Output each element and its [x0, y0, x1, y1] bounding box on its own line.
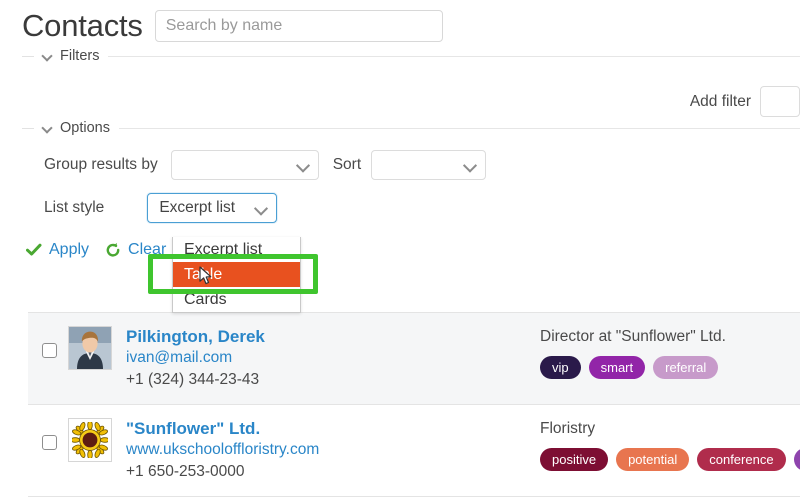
clear-label: Clear	[128, 241, 166, 259]
chevron-down-icon	[296, 159, 310, 173]
legend-lead-rule	[22, 56, 34, 57]
contact-side: Floristry positive potential conference	[540, 418, 800, 471]
options-legend-row[interactable]: Options	[0, 118, 800, 138]
row-checkbox[interactable]	[42, 435, 57, 450]
list-style-row: List style Excerpt list	[0, 193, 800, 223]
list-style-select[interactable]: Excerpt list	[147, 193, 277, 223]
status-badge[interactable]: vip	[540, 356, 581, 379]
options-legend-label: Options	[60, 120, 119, 136]
page-header: Contacts	[0, 0, 800, 46]
contact-position: Director at "Sunflower" Ltd.	[540, 327, 800, 347]
contact-main: "Sunflower" Ltd. www.ukschooloffloristry…	[126, 418, 540, 483]
status-badge[interactable]	[794, 448, 800, 471]
add-filter-label: Add filter	[690, 93, 751, 111]
contact-name-link[interactable]: Pilkington, Derek	[126, 326, 540, 347]
status-badge[interactable]: referral	[653, 356, 718, 379]
check-icon	[26, 243, 42, 257]
sort-select[interactable]	[371, 150, 486, 180]
list-style-value: Excerpt list	[159, 199, 235, 217]
actions-row: Apply Clear	[0, 236, 800, 264]
contact-phone: +1 650-253-0000	[126, 461, 540, 483]
chevron-down-icon[interactable]	[42, 51, 53, 62]
chevron-down-icon	[463, 159, 477, 173]
legend-rule	[108, 56, 800, 57]
contacts-page: Contacts Filters Add filter Options Gr	[0, 0, 800, 500]
clear-button[interactable]: Clear	[105, 241, 166, 259]
avatar	[68, 326, 112, 370]
tag-list: vip smart referral	[540, 356, 800, 379]
filters-section: Filters Add filter	[0, 46, 800, 118]
refresh-icon	[105, 242, 121, 258]
chevron-down-icon	[254, 202, 268, 216]
table-row[interactable]: Pilkington, Derek ivan@mail.com +1 (324)…	[28, 313, 800, 405]
chevron-down-icon[interactable]	[42, 123, 53, 134]
apply-button[interactable]: Apply	[26, 241, 89, 259]
table-row[interactable]: "Sunflower" Ltd. www.ukschooloffloristry…	[28, 405, 800, 497]
group-results-by-label: Group results by	[44, 156, 158, 174]
contact-phone: +1 (324) 344-23-43	[126, 369, 540, 391]
legend-lead-rule	[22, 128, 34, 129]
dropdown-option-excerpt-list[interactable]: Excerpt list	[173, 237, 300, 262]
avatar	[68, 418, 112, 462]
row-checkbox[interactable]	[42, 343, 57, 358]
contact-side: Director at "Sunflower" Ltd. vip smart r…	[540, 326, 800, 379]
group-sort-row: Group results by Sort	[0, 150, 800, 180]
options-section: Options Group results by Sort List style	[0, 118, 800, 223]
status-badge[interactable]: positive	[540, 448, 608, 471]
status-badge[interactable]: potential	[616, 448, 689, 471]
dropdown-option-table[interactable]: Table	[173, 262, 300, 287]
contacts-list: Pilkington, Derek ivan@mail.com +1 (324)…	[28, 312, 800, 497]
contact-position: Floristry	[540, 419, 800, 439]
tag-list: positive potential conference	[540, 448, 800, 471]
contact-website-link[interactable]: www.ukschooloffloristry.com	[126, 439, 540, 461]
add-filter-row: Add filter	[690, 86, 800, 117]
status-badge[interactable]: smart	[589, 356, 646, 379]
add-filter-select[interactable]	[760, 86, 800, 117]
options-body: Group results by Sort List style Excerpt…	[0, 138, 800, 223]
search-input[interactable]	[155, 10, 443, 42]
contact-main: Pilkington, Derek ivan@mail.com +1 (324)…	[126, 326, 540, 391]
group-results-by-select[interactable]	[171, 150, 319, 180]
contact-email-link[interactable]: ivan@mail.com	[126, 347, 540, 369]
status-badge[interactable]: conference	[697, 448, 785, 471]
filters-legend-row[interactable]: Filters	[0, 46, 800, 66]
page-title: Contacts	[22, 9, 143, 43]
sort-label: Sort	[333, 156, 361, 174]
dropdown-option-cards[interactable]: Cards	[173, 287, 300, 312]
apply-label: Apply	[49, 241, 89, 259]
list-style-label: List style	[44, 199, 104, 217]
filters-body: Add filter	[0, 66, 800, 118]
filters-legend-label: Filters	[60, 48, 108, 64]
legend-rule	[119, 128, 800, 129]
list-style-dropdown[interactable]: Excerpt list Table Cards	[172, 237, 301, 313]
contact-name-link[interactable]: "Sunflower" Ltd.	[126, 418, 540, 439]
